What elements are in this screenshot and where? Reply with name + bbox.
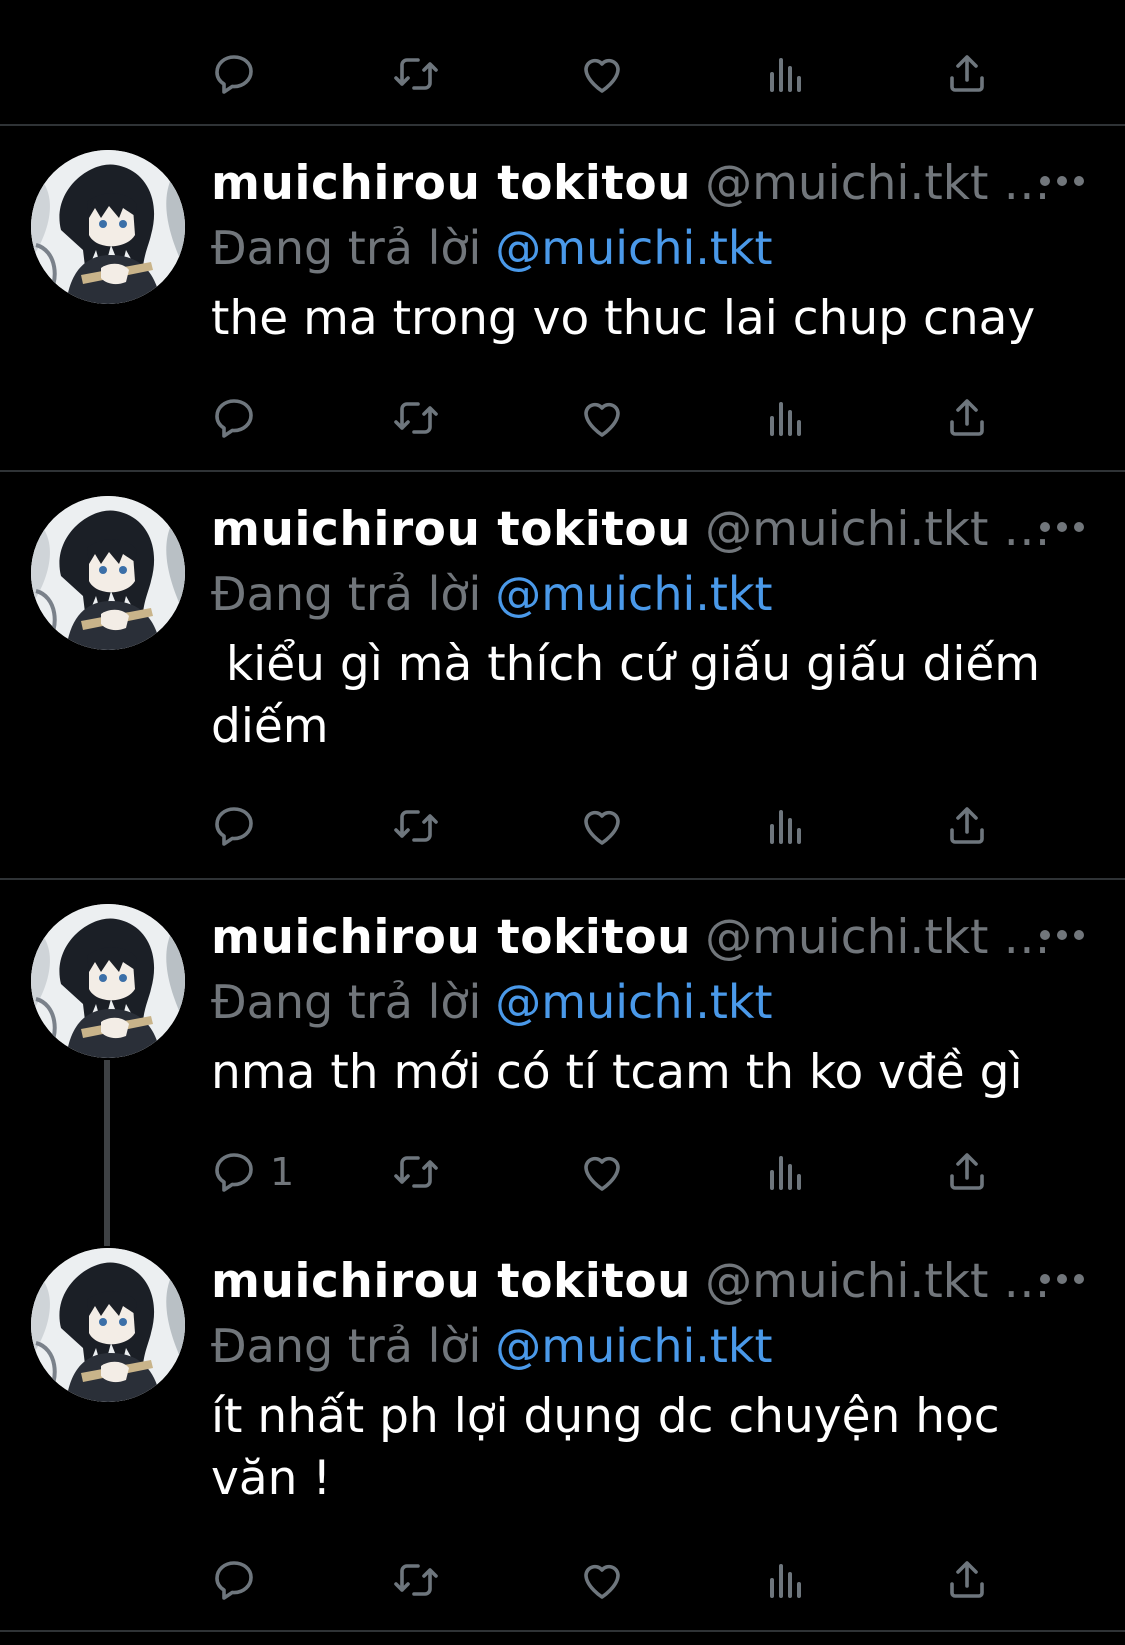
share-button[interactable] (943, 1142, 991, 1202)
reply-button[interactable] (210, 44, 258, 104)
views-button[interactable] (762, 1142, 810, 1202)
heart-icon (578, 1148, 626, 1196)
views-button[interactable] (762, 44, 810, 104)
retweet-icon (392, 50, 440, 98)
replying-label: Đang trả lời (211, 221, 482, 275)
retweet-icon (392, 1148, 440, 1196)
retweet-button[interactable] (392, 388, 440, 448)
share-button[interactable] (943, 1550, 991, 1610)
like-button[interactable] (578, 796, 626, 856)
share-icon (943, 1556, 991, 1604)
replying-to: Đang trả lời @muichi.tkt (211, 218, 773, 278)
divider (0, 1630, 1125, 1632)
more-icon[interactable] (1040, 176, 1084, 190)
tweet-header: muichirou tokitou @muichi.tkt … (211, 154, 1050, 214)
reply-icon (210, 50, 258, 98)
share-icon (943, 802, 991, 850)
tweet-action-bar (0, 796, 1125, 856)
user-handle[interactable]: @muichi.tkt … (705, 1254, 1050, 1309)
retweet-icon (392, 802, 440, 850)
like-button[interactable] (578, 44, 626, 104)
retweet-icon (392, 394, 440, 442)
reply-button[interactable] (210, 1550, 270, 1610)
tweet[interactable]: muichirou tokitou @muichi.tkt … Đang trả … (0, 126, 1125, 470)
tweet-text: ít nhất ph lợi dụng dc chuyện học văn ! (211, 1389, 1015, 1506)
display-name[interactable]: muichirou tokitou (211, 910, 691, 965)
avatar[interactable] (31, 904, 185, 1058)
tweet[interactable]: muichirou tokitou @muichi.tkt … Đang trả … (0, 472, 1125, 878)
display-name[interactable]: muichirou tokitou (211, 156, 691, 211)
retweet-icon (392, 1556, 440, 1604)
display-name[interactable]: muichirou tokitou (211, 1254, 691, 1309)
reply-button[interactable] (210, 796, 270, 856)
like-button[interactable] (578, 388, 626, 448)
views-icon (762, 802, 810, 850)
tweet[interactable]: muichirou tokitou @muichi.tkt … Đang trả … (0, 880, 1125, 1224)
replying-to: Đang trả lời @muichi.tkt (211, 972, 773, 1032)
tweet-text: nma th mới có tí tcam th ko vđề gì (211, 1045, 1023, 1100)
tweet-action-bar (0, 1550, 1125, 1610)
like-button[interactable] (578, 1550, 626, 1610)
share-icon (943, 1148, 991, 1196)
user-handle[interactable]: @muichi.tkt … (705, 156, 1050, 211)
tweet-text: kiểu gì mà thích cứ giấu giấu diếm diếm (211, 637, 1056, 754)
replying-label: Đang trả lời (211, 567, 482, 621)
tweet-text: the ma trong vo thuc lai chup cnay (211, 291, 1036, 346)
avatar[interactable] (31, 150, 185, 304)
tweet[interactable]: muichirou tokitou @muichi.tkt … Đang trả … (0, 1224, 1125, 1630)
share-button[interactable] (943, 796, 991, 856)
replying-to: Đang trả lời @muichi.tkt (211, 1316, 773, 1376)
reply-icon (210, 1148, 258, 1196)
user-handle[interactable]: @muichi.tkt … (705, 910, 1050, 965)
mention-link[interactable]: @muichi.tkt (495, 567, 772, 621)
display-name[interactable]: muichirou tokitou (211, 502, 691, 557)
retweet-button[interactable] (392, 1550, 440, 1610)
replying-label: Đang trả lời (211, 975, 482, 1029)
avatar[interactable] (31, 1248, 185, 1402)
reply-icon (210, 802, 258, 850)
retweet-button[interactable] (392, 44, 440, 104)
mention-link[interactable]: @muichi.tkt (495, 975, 772, 1029)
views-icon (762, 1556, 810, 1604)
views-icon (762, 1148, 810, 1196)
avatar[interactable] (31, 496, 185, 650)
reply-icon (210, 394, 258, 442)
retweet-button[interactable] (392, 796, 440, 856)
reply-count: 1 (270, 1150, 295, 1194)
retweet-button[interactable] (392, 1142, 440, 1202)
heart-icon (578, 50, 626, 98)
more-icon[interactable] (1040, 1274, 1084, 1288)
share-icon (943, 50, 991, 98)
heart-icon (578, 394, 626, 442)
tweet-action-bar (0, 44, 1125, 104)
tweet-header: muichirou tokitou @muichi.tkt … (211, 500, 1050, 560)
like-button[interactable] (578, 1142, 626, 1202)
more-icon[interactable] (1040, 930, 1084, 944)
views-button[interactable] (762, 1550, 810, 1610)
views-button[interactable] (762, 388, 810, 448)
share-button[interactable] (943, 388, 991, 448)
mention-link[interactable]: @muichi.tkt (495, 1319, 772, 1373)
share-button[interactable] (943, 44, 991, 104)
reply-icon (210, 1556, 258, 1604)
replying-to: Đang trả lời @muichi.tkt (211, 564, 773, 624)
views-button[interactable] (762, 796, 810, 856)
more-icon[interactable] (1040, 522, 1084, 536)
tweet-action-bar (0, 388, 1125, 448)
tweet-action-bar: 1 (0, 1142, 1125, 1202)
user-handle[interactable]: @muichi.tkt … (705, 502, 1050, 557)
reply-button[interactable]: 1 (210, 1142, 294, 1202)
views-icon (762, 50, 810, 98)
replying-label: Đang trả lời (211, 1319, 482, 1373)
heart-icon (578, 802, 626, 850)
heart-icon (578, 1556, 626, 1604)
reply-button[interactable] (210, 388, 270, 448)
views-icon (762, 394, 810, 442)
tweet-header: muichirou tokitou @muichi.tkt … (211, 908, 1050, 968)
tweet-header: muichirou tokitou @muichi.tkt … (211, 1252, 1050, 1312)
mention-link[interactable]: @muichi.tkt (495, 221, 772, 275)
share-icon (943, 394, 991, 442)
